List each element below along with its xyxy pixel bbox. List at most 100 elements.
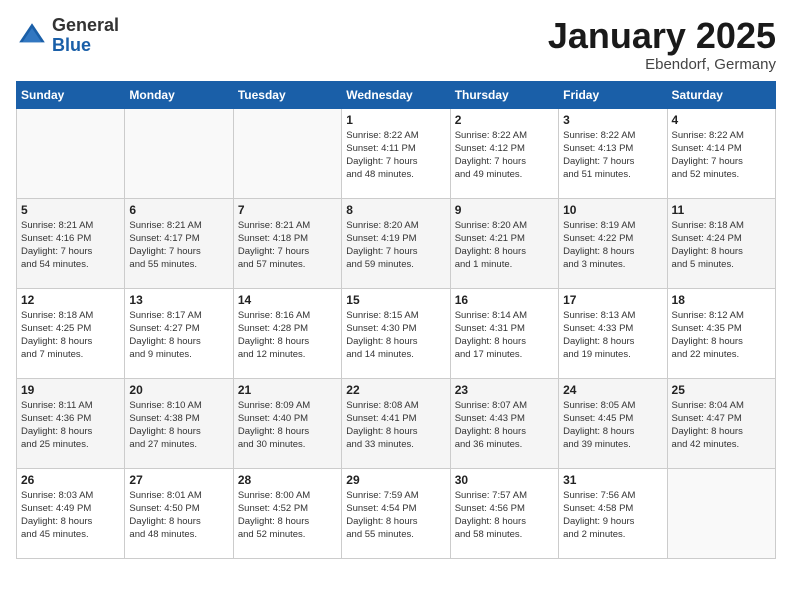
calendar-cell: 13Sunrise: 8:17 AM Sunset: 4:27 PM Dayli… <box>125 288 233 378</box>
day-info: Sunrise: 8:22 AM Sunset: 4:11 PM Dayligh… <box>346 129 445 182</box>
day-info: Sunrise: 8:22 AM Sunset: 4:13 PM Dayligh… <box>563 129 662 182</box>
calendar-cell: 3 Sunrise: 8:22 AM Sunset: 4:13 PM Daylig… <box>559 108 667 198</box>
calendar-week-row: 26 Sunrise: 8:03 AM Sunset: 4:49 PM Dayli… <box>17 468 776 558</box>
day-header-sunday: Sunday <box>17 81 125 108</box>
day-info: Sunrise: 8:22 AM Sunset: 4:14 PM Dayligh… <box>672 129 771 182</box>
day-info: Sunrise: 8:15 AM Sunset: 4:30 PM Dayligh… <box>346 309 445 362</box>
page-header: General Blue January 2025 Ebendorf, Germ… <box>16 16 776 73</box>
day-info: Sunrise: 8:20 AM Sunset: 4:21 PM Dayligh… <box>455 219 554 272</box>
logo-blue-text: Blue <box>52 36 119 56</box>
calendar-cell: 2 Sunrise: 8:22 AM Sunset: 4:12 PM Daylig… <box>450 108 558 198</box>
calendar-cell: 20 Sunrise: 8:10 AM Sunset: 4:38 PM Dayli… <box>125 378 233 468</box>
day-number: 8 <box>346 203 445 217</box>
calendar-cell: 21 Sunrise: 8:09 AM Sunset: 4:40 PM Dayli… <box>233 378 341 468</box>
calendar-week-row: 19 Sunrise: 8:11 AM Sunset: 4:36 PM Dayli… <box>17 378 776 468</box>
calendar-week-row: 12 Sunrise: 8:18 AM Sunset: 4:25 PM Dayli… <box>17 288 776 378</box>
day-header-saturday: Saturday <box>667 81 775 108</box>
calendar-cell: 17Sunrise: 8:13 AM Sunset: 4:33 PM Dayli… <box>559 288 667 378</box>
day-number: 26 <box>21 473 120 487</box>
day-info: Sunrise: 8:07 AM Sunset: 4:43 PM Dayligh… <box>455 399 554 452</box>
day-info: Sunrise: 8:18 AM Sunset: 4:25 PM Dayligh… <box>21 309 120 362</box>
day-number: 16 <box>455 293 554 307</box>
calendar-week-row: 5Sunrise: 8:21 AM Sunset: 4:16 PM Daylig… <box>17 198 776 288</box>
day-number: 30 <box>455 473 554 487</box>
day-number: 29 <box>346 473 445 487</box>
day-info: Sunrise: 8:11 AM Sunset: 4:36 PM Dayligh… <box>21 399 120 452</box>
day-header-friday: Friday <box>559 81 667 108</box>
calendar-cell: 7 Sunrise: 8:21 AM Sunset: 4:18 PM Daylig… <box>233 198 341 288</box>
calendar-cell: 6Sunrise: 8:21 AM Sunset: 4:17 PM Daylig… <box>125 198 233 288</box>
day-info: Sunrise: 8:20 AM Sunset: 4:19 PM Dayligh… <box>346 219 445 272</box>
day-number: 14 <box>238 293 337 307</box>
day-number: 28 <box>238 473 337 487</box>
calendar-cell <box>125 108 233 198</box>
day-number: 25 <box>672 383 771 397</box>
logo-general-text: General <box>52 16 119 36</box>
calendar-cell <box>17 108 125 198</box>
day-info: Sunrise: 8:03 AM Sunset: 4:49 PM Dayligh… <box>21 489 120 542</box>
day-info: Sunrise: 8:19 AM Sunset: 4:22 PM Dayligh… <box>563 219 662 272</box>
day-info: Sunrise: 8:09 AM Sunset: 4:40 PM Dayligh… <box>238 399 337 452</box>
calendar-cell: 26 Sunrise: 8:03 AM Sunset: 4:49 PM Dayli… <box>17 468 125 558</box>
day-info: Sunrise: 8:21 AM Sunset: 4:17 PM Dayligh… <box>129 219 228 272</box>
day-number: 31 <box>563 473 662 487</box>
day-number: 7 <box>238 203 337 217</box>
day-header-thursday: Thursday <box>450 81 558 108</box>
calendar-cell: 10Sunrise: 8:19 AM Sunset: 4:22 PM Dayli… <box>559 198 667 288</box>
calendar-cell: 31Sunrise: 7:56 AM Sunset: 4:58 PM Dayli… <box>559 468 667 558</box>
day-info: Sunrise: 8:13 AM Sunset: 4:33 PM Dayligh… <box>563 309 662 362</box>
day-info: Sunrise: 8:10 AM Sunset: 4:38 PM Dayligh… <box>129 399 228 452</box>
calendar-cell: 8 Sunrise: 8:20 AM Sunset: 4:19 PM Daylig… <box>342 198 450 288</box>
calendar-cell: 12 Sunrise: 8:18 AM Sunset: 4:25 PM Dayli… <box>17 288 125 378</box>
calendar-cell: 4 Sunrise: 8:22 AM Sunset: 4:14 PM Daylig… <box>667 108 775 198</box>
day-info: Sunrise: 8:21 AM Sunset: 4:18 PM Dayligh… <box>238 219 337 272</box>
day-number: 5 <box>21 203 120 217</box>
day-number: 15 <box>346 293 445 307</box>
day-number: 24 <box>563 383 662 397</box>
day-info: Sunrise: 8:00 AM Sunset: 4:52 PM Dayligh… <box>238 489 337 542</box>
calendar-cell: 29 Sunrise: 7:59 AM Sunset: 4:54 PM Dayli… <box>342 468 450 558</box>
logo-text: General Blue <box>52 16 119 56</box>
logo: General Blue <box>16 16 119 56</box>
calendar-cell: 27Sunrise: 8:01 AM Sunset: 4:50 PM Dayli… <box>125 468 233 558</box>
calendar-cell: 30Sunrise: 7:57 AM Sunset: 4:56 PM Dayli… <box>450 468 558 558</box>
location-text: Ebendorf, Germany <box>548 56 776 73</box>
day-number: 12 <box>21 293 120 307</box>
day-info: Sunrise: 8:17 AM Sunset: 4:27 PM Dayligh… <box>129 309 228 362</box>
calendar-cell: 16Sunrise: 8:14 AM Sunset: 4:31 PM Dayli… <box>450 288 558 378</box>
day-info: Sunrise: 8:08 AM Sunset: 4:41 PM Dayligh… <box>346 399 445 452</box>
calendar-cell: 5Sunrise: 8:21 AM Sunset: 4:16 PM Daylig… <box>17 198 125 288</box>
day-number: 2 <box>455 113 554 127</box>
day-number: 23 <box>455 383 554 397</box>
calendar-cell: 18 Sunrise: 8:12 AM Sunset: 4:35 PM Dayli… <box>667 288 775 378</box>
calendar-cell <box>667 468 775 558</box>
day-number: 4 <box>672 113 771 127</box>
calendar-cell: 24Sunrise: 8:05 AM Sunset: 4:45 PM Dayli… <box>559 378 667 468</box>
day-info: Sunrise: 8:16 AM Sunset: 4:28 PM Dayligh… <box>238 309 337 362</box>
logo-icon <box>16 20 48 52</box>
calendar-table: SundayMondayTuesdayWednesdayThursdayFrid… <box>16 81 776 559</box>
calendar-header-row: SundayMondayTuesdayWednesdayThursdayFrid… <box>17 81 776 108</box>
day-number: 19 <box>21 383 120 397</box>
day-header-tuesday: Tuesday <box>233 81 341 108</box>
calendar-cell: 23 Sunrise: 8:07 AM Sunset: 4:43 PM Dayli… <box>450 378 558 468</box>
calendar-cell: 9Sunrise: 8:20 AM Sunset: 4:21 PM Daylig… <box>450 198 558 288</box>
day-info: Sunrise: 8:12 AM Sunset: 4:35 PM Dayligh… <box>672 309 771 362</box>
calendar-cell: 15 Sunrise: 8:15 AM Sunset: 4:30 PM Dayli… <box>342 288 450 378</box>
calendar-cell: 22 Sunrise: 8:08 AM Sunset: 4:41 PM Dayli… <box>342 378 450 468</box>
day-info: Sunrise: 8:04 AM Sunset: 4:47 PM Dayligh… <box>672 399 771 452</box>
day-number: 18 <box>672 293 771 307</box>
calendar-cell: 25 Sunrise: 8:04 AM Sunset: 4:47 PM Dayli… <box>667 378 775 468</box>
day-info: Sunrise: 8:22 AM Sunset: 4:12 PM Dayligh… <box>455 129 554 182</box>
day-number: 11 <box>672 203 771 217</box>
day-number: 1 <box>346 113 445 127</box>
day-number: 20 <box>129 383 228 397</box>
calendar-cell: 28 Sunrise: 8:00 AM Sunset: 4:52 PM Dayli… <box>233 468 341 558</box>
calendar-week-row: 1 Sunrise: 8:22 AM Sunset: 4:11 PM Daylig… <box>17 108 776 198</box>
day-number: 3 <box>563 113 662 127</box>
day-info: Sunrise: 7:59 AM Sunset: 4:54 PM Dayligh… <box>346 489 445 542</box>
day-number: 22 <box>346 383 445 397</box>
title-block: January 2025 Ebendorf, Germany <box>548 16 776 73</box>
calendar-cell: 11Sunrise: 8:18 AM Sunset: 4:24 PM Dayli… <box>667 198 775 288</box>
day-number: 21 <box>238 383 337 397</box>
